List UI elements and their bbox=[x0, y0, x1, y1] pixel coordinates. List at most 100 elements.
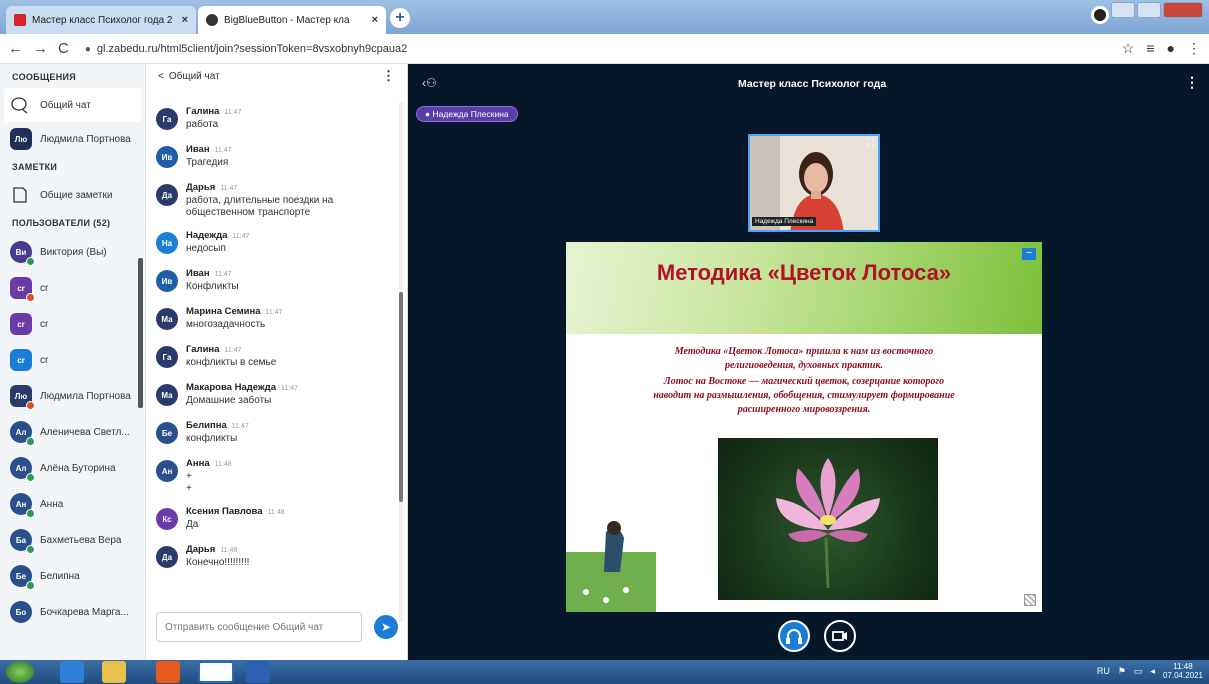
fullscreen-icon[interactable]: ⛶ bbox=[867, 138, 874, 149]
avatar: Лю bbox=[10, 385, 35, 410]
decorative-girl-image bbox=[566, 492, 656, 612]
message-time: 11:47 bbox=[265, 309, 283, 316]
message-time: 11:48 bbox=[220, 547, 238, 554]
user-name: Бочкарева Марга... bbox=[40, 606, 129, 618]
media-player-icon[interactable] bbox=[156, 661, 180, 683]
network-icon[interactable]: ▭ bbox=[1134, 666, 1143, 677]
status-dot-icon bbox=[26, 473, 35, 482]
star-icon[interactable]: ☆ bbox=[1122, 40, 1135, 57]
status-dot-icon bbox=[26, 293, 35, 302]
options-icon[interactable]: ⋮ bbox=[1185, 74, 1199, 91]
send-button[interactable]: ➤ bbox=[374, 615, 398, 639]
profile-icon[interactable] bbox=[1091, 6, 1109, 24]
user-list-item[interactable]: Бо Бочкарева Марга... bbox=[0, 594, 145, 630]
avatar-initials: Ив bbox=[161, 152, 173, 162]
slide-title: Методика «Цветок Лотоса» bbox=[656, 260, 952, 285]
avatar: Ив bbox=[156, 270, 178, 292]
user-list-item[interactable]: Ал Алёна Буторина bbox=[0, 450, 145, 486]
forward-arrow-icon[interactable]: → bbox=[33, 40, 48, 57]
message-time: 11:47 bbox=[214, 147, 232, 154]
message-time: 11:47 bbox=[224, 109, 242, 116]
account-icon[interactable]: ● bbox=[1167, 40, 1175, 57]
chat-header: < Общий чат ⋮ bbox=[146, 64, 407, 88]
toggle-userlist-icon[interactable]: ‹⚇ bbox=[422, 76, 437, 90]
private-chat-item[interactable]: Лю Людмила Портнова bbox=[0, 122, 145, 156]
left-panel: СООБЩЕНИЯ Общий чат Лю Людмила Портнова … bbox=[0, 64, 146, 660]
slide-text-line: Методика «Цветок Лотоса» пришла к нам из… bbox=[674, 346, 934, 357]
url-field[interactable]: ● gl.zabedu.ru/html5client/join?sessionTo… bbox=[85, 43, 407, 55]
message-text: общественном транспорте bbox=[186, 207, 311, 218]
start-button[interactable] bbox=[6, 661, 34, 683]
browser-tab-psychologist[interactable]: Мастер класс Психолог года 2с × bbox=[6, 6, 196, 34]
chat-options-icon[interactable]: ⋮ bbox=[382, 68, 395, 84]
message-text: конфликты bbox=[186, 433, 238, 444]
chat-message: Ма Макарова Надежда 11:47 Домашние заботы bbox=[146, 382, 398, 420]
user-list-item[interactable]: cr cr bbox=[0, 342, 145, 378]
flag-icon[interactable]: ⚑ bbox=[1118, 666, 1126, 677]
user-list-item[interactable]: Лю Людмила Портнова bbox=[0, 378, 145, 414]
audio-headphones-button[interactable] bbox=[778, 620, 810, 652]
avatar: Ал bbox=[10, 457, 35, 482]
menu-icon[interactable]: ⋮ bbox=[1187, 40, 1201, 57]
mic-icon: ● bbox=[425, 109, 433, 119]
chat-message: Ан Анна 11:48 + + bbox=[146, 458, 398, 506]
minimize-button[interactable] bbox=[1111, 2, 1135, 18]
user-list-item[interactable]: Ви Виктория (Вы) bbox=[0, 234, 145, 270]
webcam-video[interactable]: ⛶ Надежда Плескина bbox=[748, 134, 880, 232]
new-tab-button[interactable]: + bbox=[390, 8, 410, 28]
user-list-item[interactable]: cr cr bbox=[0, 306, 145, 342]
avatar-initials: Ма bbox=[161, 314, 173, 324]
maximize-button[interactable] bbox=[1137, 2, 1161, 18]
language-indicator[interactable]: RU bbox=[1097, 666, 1110, 676]
avatar-initials: Бе bbox=[161, 428, 173, 438]
avatar-initials: Ал bbox=[15, 463, 27, 473]
message-text: Конечно!!!!!!!!! bbox=[186, 557, 250, 568]
close-icon[interactable]: × bbox=[182, 14, 188, 26]
chat-message: Да Дарья 11:48 Конечно!!!!!!!!! bbox=[146, 544, 398, 582]
message-time: 11:47 bbox=[280, 385, 298, 392]
clock[interactable]: 11:48 07.04.2021 bbox=[1163, 662, 1203, 680]
share-webcam-button[interactable] bbox=[824, 620, 856, 652]
fit-to-screen-icon[interactable] bbox=[1024, 594, 1036, 606]
volume-icon[interactable]: ◂ bbox=[1150, 666, 1155, 677]
user-list-item[interactable]: cr cr bbox=[0, 270, 145, 306]
minimize-presentation-button[interactable]: – bbox=[1022, 248, 1036, 260]
back-chevron-icon[interactable]: < bbox=[158, 71, 164, 82]
public-chat-item[interactable]: Общий чат bbox=[4, 88, 141, 122]
close-window-button[interactable] bbox=[1163, 2, 1203, 18]
shared-notes-item[interactable]: Общие заметки bbox=[0, 178, 145, 212]
chat-icon bbox=[11, 97, 28, 114]
chrome-icon[interactable] bbox=[198, 661, 234, 683]
message-text: работа bbox=[186, 119, 219, 130]
explorer-icon[interactable] bbox=[102, 661, 126, 683]
message-author: Ксения Павлова bbox=[186, 506, 263, 517]
browser-tab-bbb[interactable]: BigBlueButton - Мастер кла × bbox=[198, 6, 386, 34]
ie-icon[interactable] bbox=[60, 661, 84, 683]
presentation-slide: Методика «Цветок Лотоса» – Методика «Цве… bbox=[566, 242, 1042, 612]
user-name: cr bbox=[40, 318, 49, 330]
user-list-item[interactable]: Ал Аленичева Светл... bbox=[0, 414, 145, 450]
user-list-item[interactable]: Ан Анна bbox=[0, 486, 145, 522]
avatar-initials: Кс bbox=[162, 514, 172, 524]
chat-title[interactable]: Общий чат bbox=[169, 71, 220, 82]
scroll-thumb[interactable] bbox=[399, 292, 403, 502]
close-icon[interactable]: × bbox=[372, 14, 378, 26]
back-arrow-icon[interactable]: ← bbox=[8, 40, 23, 57]
reading-list-icon[interactable]: ≡ bbox=[1146, 40, 1154, 57]
avatar-initials: Ба bbox=[15, 535, 27, 545]
user-name: cr bbox=[40, 282, 49, 294]
scrollbar[interactable] bbox=[138, 258, 143, 408]
user-list-item[interactable]: Ба Бахметьева Вера bbox=[0, 522, 145, 558]
user-list-item[interactable]: Бе Белипна bbox=[0, 558, 145, 594]
address-bar: ← → C ● gl.zabedu.ru/html5client/join?ses… bbox=[0, 34, 1209, 64]
chat-message-input[interactable] bbox=[156, 612, 362, 642]
clock-time: 11:48 bbox=[1173, 662, 1193, 671]
chat-scrollbar[interactable] bbox=[399, 102, 403, 622]
tab-title: BigBlueButton - Мастер кла bbox=[224, 14, 350, 26]
status-dot-icon bbox=[26, 437, 35, 446]
status-dot-icon bbox=[26, 509, 35, 518]
status-dot-icon bbox=[26, 581, 35, 590]
avatar: Бо bbox=[10, 601, 32, 623]
word-icon[interactable] bbox=[246, 661, 270, 683]
reload-icon[interactable]: C bbox=[58, 40, 69, 57]
